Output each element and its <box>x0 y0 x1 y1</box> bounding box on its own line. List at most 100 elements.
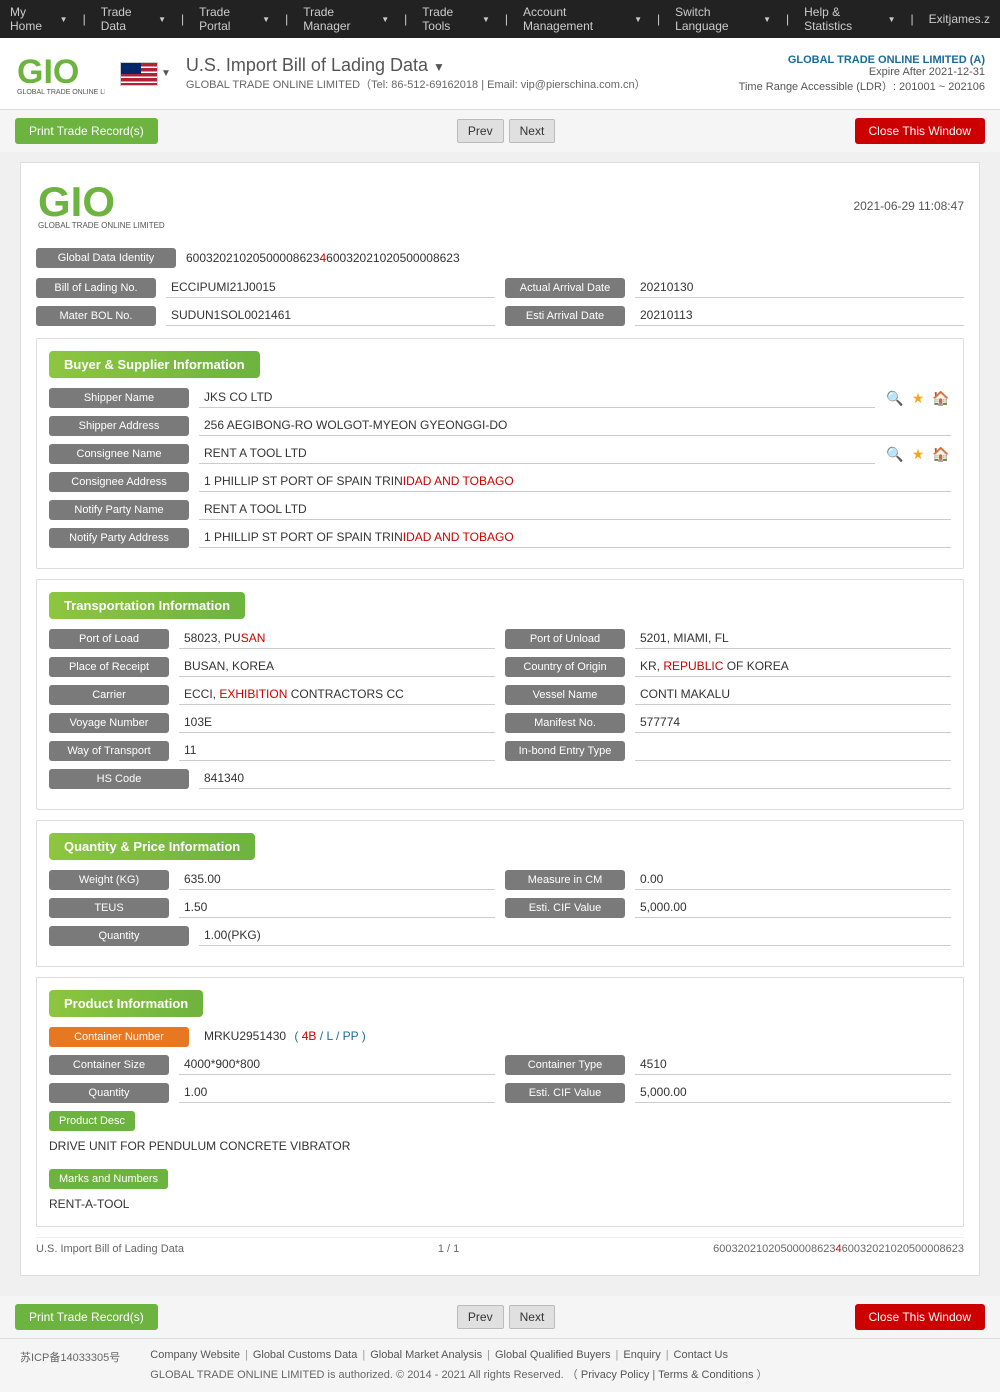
print-button-bottom[interactable]: Print Trade Record(s) <box>15 1304 158 1330</box>
nav-account-management[interactable]: Account Management ▼ <box>523 5 642 33</box>
bill-value: ECCIPUMI21J0015 <box>166 278 495 298</box>
consignee-star-icon[interactable]: ★ <box>908 444 928 464</box>
us-flag <box>120 62 158 86</box>
footer-company-website[interactable]: Company Website <box>150 1349 240 1361</box>
global-id-label: Global Data Identity <box>36 248 176 268</box>
header-subtitle: GLOBAL TRADE ONLINE LIMITED（Tel: 86-512-… <box>186 76 646 92</box>
notify-party-address-value: 1 PHILLIP ST PORT OF SPAIN TRINIDAD AND … <box>199 528 951 548</box>
place-receipt-label: Place of Receipt <box>49 657 169 677</box>
manifest-label: Manifest No. <box>505 713 625 733</box>
nav-trade-tools[interactable]: Trade Tools ▼ <box>422 5 490 33</box>
notify-party-address-row: Notify Party Address 1 PHILLIP ST PORT O… <box>49 528 951 548</box>
measure-label: Measure in CM <box>505 870 625 890</box>
star-icon[interactable]: ★ <box>908 388 928 408</box>
carrier-label: Carrier <box>49 685 169 705</box>
footer-terms[interactable]: Terms & Conditions <box>658 1369 753 1381</box>
company-name: GLOBAL TRADE ONLINE LIMITED (A) <box>739 54 985 66</box>
transport-row4: Voyage Number 103E Manifest No. 577774 <box>49 713 951 733</box>
beian-number: 苏ICP备14033305号 <box>20 1349 120 1377</box>
container-number-label: Container Number <box>49 1027 189 1047</box>
inbond-label: In-bond Entry Type <box>505 741 625 761</box>
nav-buttons-bottom: Prev Next <box>457 1305 555 1329</box>
container-number-suffix: ( 4B / L / PP ) <box>294 1029 365 1043</box>
bottom-action-bar: Print Trade Record(s) Prev Next Close Th… <box>0 1296 1000 1338</box>
next-button-bottom[interactable]: Next <box>509 1305 556 1329</box>
bol-row1: Bill of Lading No. ECCIPUMI21J0015 Actua… <box>36 278 964 298</box>
consignee-search-icon[interactable]: 🔍 <box>885 444 905 464</box>
nav-trade-portal[interactable]: Trade Portal ▼ <box>199 5 270 33</box>
container-size-label: Container Size <box>49 1055 169 1075</box>
shipper-address-row: Shipper Address 256 AEGIBONG-RO WOLGOT-M… <box>49 416 951 436</box>
print-button-top[interactable]: Print Trade Record(s) <box>15 118 158 144</box>
country-origin-label: Country of Origin <box>505 657 625 677</box>
consignee-address-row: Consignee Address 1 PHILLIP ST PORT OF S… <box>49 472 951 492</box>
record-footer-left: U.S. Import Bill of Lading Data <box>36 1243 184 1255</box>
home-icon[interactable]: 🏠 <box>931 388 951 408</box>
footer-contact[interactable]: Contact Us <box>674 1349 728 1361</box>
user-info: james.z <box>949 12 990 26</box>
close-button-bottom[interactable]: Close This Window <box>855 1304 985 1330</box>
nav-trade-manager[interactable]: Trade Manager ▼ <box>303 5 389 33</box>
transport-row2: Place of Receipt BUSAN, KOREA Country of… <box>49 657 951 677</box>
buyer-supplier-section: Buyer & Supplier Information Shipper Nam… <box>36 338 964 569</box>
product-desc-section: Product Desc DRIVE UNIT FOR PENDULUM CON… <box>49 1111 951 1156</box>
consignee-address-label: Consignee Address <box>49 472 189 492</box>
nav-trade-data[interactable]: Trade Data ▼ <box>101 5 166 33</box>
record-footer: U.S. Import Bill of Lading Data 1 / 1 60… <box>36 1237 964 1260</box>
marks-value: RENT-A-TOOL <box>49 1194 951 1214</box>
nav-exit[interactable]: Exit <box>929 12 949 26</box>
footer-privacy[interactable]: Privacy Policy <box>581 1369 649 1381</box>
transport-row1: Port of Load 58023, PUSAN Port of Unload… <box>49 629 951 649</box>
consignee-home-icon[interactable]: 🏠 <box>931 444 951 464</box>
svg-text:GIO: GIO <box>38 178 115 225</box>
actual-arrival-value: 20210130 <box>635 278 964 298</box>
action-bar-left: Print Trade Record(s) <box>15 118 158 144</box>
nav-help-statistics[interactable]: Help & Statistics ▼ <box>804 5 895 33</box>
bottom-left: Print Trade Record(s) <box>15 1304 158 1330</box>
bol-col2: Actual Arrival Date 20210130 <box>505 278 964 298</box>
qp-quantity-value: 1.00(PKG) <box>199 926 951 946</box>
product-header: Product Information <box>49 990 203 1017</box>
product-esti-cif-label: Esti. CIF Value <box>505 1083 625 1103</box>
notify-party-name-row: Notify Party Name RENT A TOOL LTD <box>49 500 951 520</box>
record-card: GIO GLOBAL TRADE ONLINE LIMITED 2021-06-… <box>20 162 980 1276</box>
container-type-label: Container Type <box>505 1055 625 1075</box>
card-header: GIO GLOBAL TRADE ONLINE LIMITED 2021-06-… <box>36 178 964 233</box>
mater-value: SUDUN1SOL0021461 <box>166 306 495 326</box>
mater-col2: Esti Arrival Date 20210113 <box>505 306 964 326</box>
qp-row1: Weight (KG) 635.00 Measure in CM 0.00 <box>49 870 951 890</box>
search-icon[interactable]: 🔍 <box>885 388 905 408</box>
notify-party-name-label: Notify Party Name <box>49 500 189 520</box>
product-quantity-label: Quantity <box>49 1083 169 1103</box>
port-unload-value: 5201, MIAMI, FL <box>635 629 951 649</box>
footer-global-buyers[interactable]: Global Qualified Buyers <box>495 1349 611 1361</box>
product-quantity-value: 1.00 <box>179 1083 495 1103</box>
flag-selector[interactable]: ▼ <box>120 62 171 86</box>
nav-my-home[interactable]: My Home ▼ <box>10 5 68 33</box>
transport-row5: Way of Transport 11 In-bond Entry Type <box>49 741 951 761</box>
product-section: Product Information Container Number MRK… <box>36 977 964 1227</box>
footer-enquiry[interactable]: Enquiry <box>623 1349 660 1361</box>
nav-switch-language[interactable]: Switch Language ▼ <box>675 5 771 33</box>
nav-links: My Home ▼ | Trade Data ▼ | Trade Portal … <box>10 5 949 33</box>
prev-button-top[interactable]: Prev <box>457 119 504 143</box>
flag-dropdown-arrow[interactable]: ▼ <box>161 68 171 79</box>
country-origin-value: KR, REPUBLIC OF KOREA <box>635 657 951 677</box>
qp-quantity-row: Quantity 1.00(PKG) <box>49 926 951 946</box>
shipper-actions: 🔍 ★ 🏠 <box>885 388 951 408</box>
title-dropdown[interactable]: ▼ <box>433 60 445 74</box>
next-button-top[interactable]: Next <box>509 119 556 143</box>
svg-text:GLOBAL TRADE ONLINE LIMITED: GLOBAL TRADE ONLINE LIMITED <box>38 221 165 230</box>
footer-global-market[interactable]: Global Market Analysis <box>370 1349 482 1361</box>
bol-row2: Mater BOL No. SUDUN1SOL0021461 Esti Arri… <box>36 306 964 326</box>
shipper-name-row: Shipper Name JKS CO LTD 🔍 ★ 🏠 <box>49 388 951 408</box>
footer-global-customs[interactable]: Global Customs Data <box>253 1349 358 1361</box>
measure-value: 0.00 <box>635 870 951 890</box>
hs-code-label: HS Code <box>49 769 189 789</box>
footer-links-area: Company Website | Global Customs Data | … <box>150 1349 767 1382</box>
close-button-top[interactable]: Close This Window <box>855 118 985 144</box>
way-transport-label: Way of Transport <box>49 741 169 761</box>
qp-row2: TEUS 1.50 Esti. CIF Value 5,000.00 <box>49 898 951 918</box>
prev-button-bottom[interactable]: Prev <box>457 1305 504 1329</box>
esti-cif-value: 5,000.00 <box>635 898 951 918</box>
